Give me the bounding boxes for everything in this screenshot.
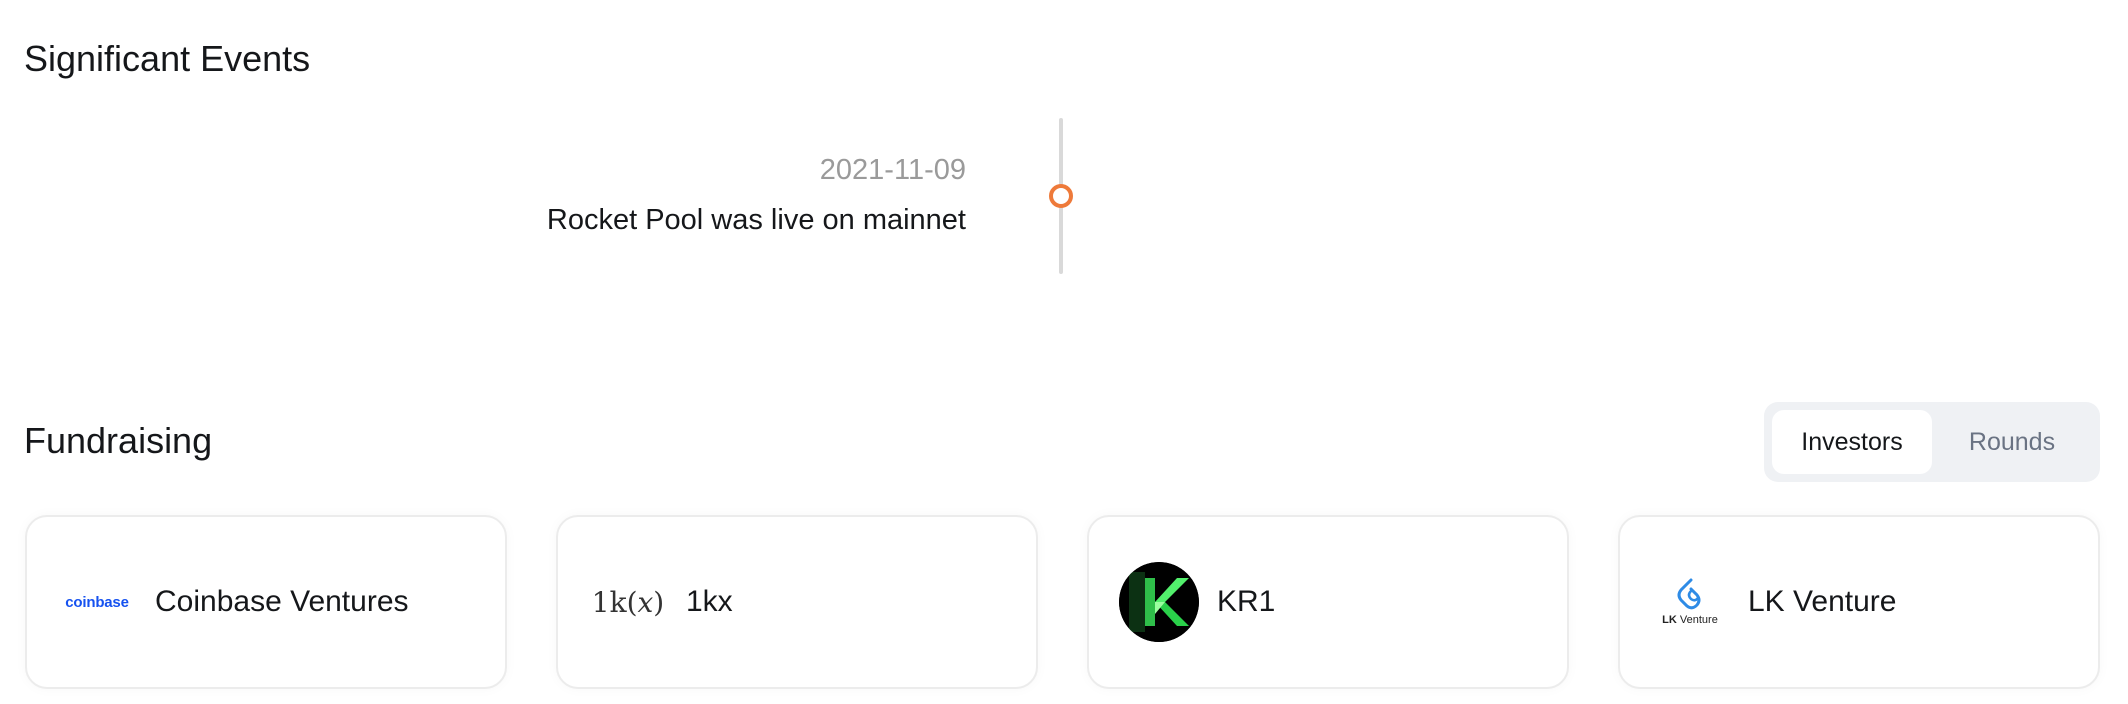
- lk-venture-logo-icon: LK Venture: [1648, 560, 1732, 644]
- investor-name: 1kx: [686, 585, 733, 618]
- event-description: Rocket Pool was live on mainnet: [546, 204, 966, 236]
- investor-card-kr1[interactable]: KR1: [1087, 515, 1569, 689]
- investor-card-lk-venture[interactable]: LK Venture LK Venture: [1618, 515, 2100, 689]
- significant-events-title: Significant Events: [24, 38, 311, 79]
- investor-card-coinbase-ventures[interactable]: coinbase Coinbase Ventures: [25, 515, 507, 689]
- 1kx-logo-text: 1k(𝑥): [591, 585, 665, 619]
- investor-card-1kx[interactable]: 1k(𝑥) 1kx: [556, 515, 1038, 689]
- 1kx-logo-icon: 1k(𝑥): [586, 560, 670, 644]
- coinbase-logo-text: coinbase: [65, 593, 129, 611]
- event-date: 2021-11-09: [819, 154, 966, 186]
- coinbase-logo-icon: coinbase: [55, 560, 139, 644]
- tab-investors[interactable]: Investors: [1772, 410, 1932, 474]
- timeline-dot: [1049, 184, 1073, 208]
- investor-name: Coinbase Ventures: [155, 585, 409, 618]
- tab-rounds[interactable]: Rounds: [1932, 410, 2092, 474]
- investor-name: LK Venture: [1748, 585, 1897, 618]
- lk-venture-logo-text: LK Venture: [1662, 614, 1718, 626]
- fundraising-title: Fundraising: [24, 420, 213, 461]
- investor-name: KR1: [1217, 585, 1276, 618]
- kr1-logo-icon: [1117, 560, 1201, 644]
- fundraising-view-toggle: Investors Rounds: [1764, 402, 2100, 482]
